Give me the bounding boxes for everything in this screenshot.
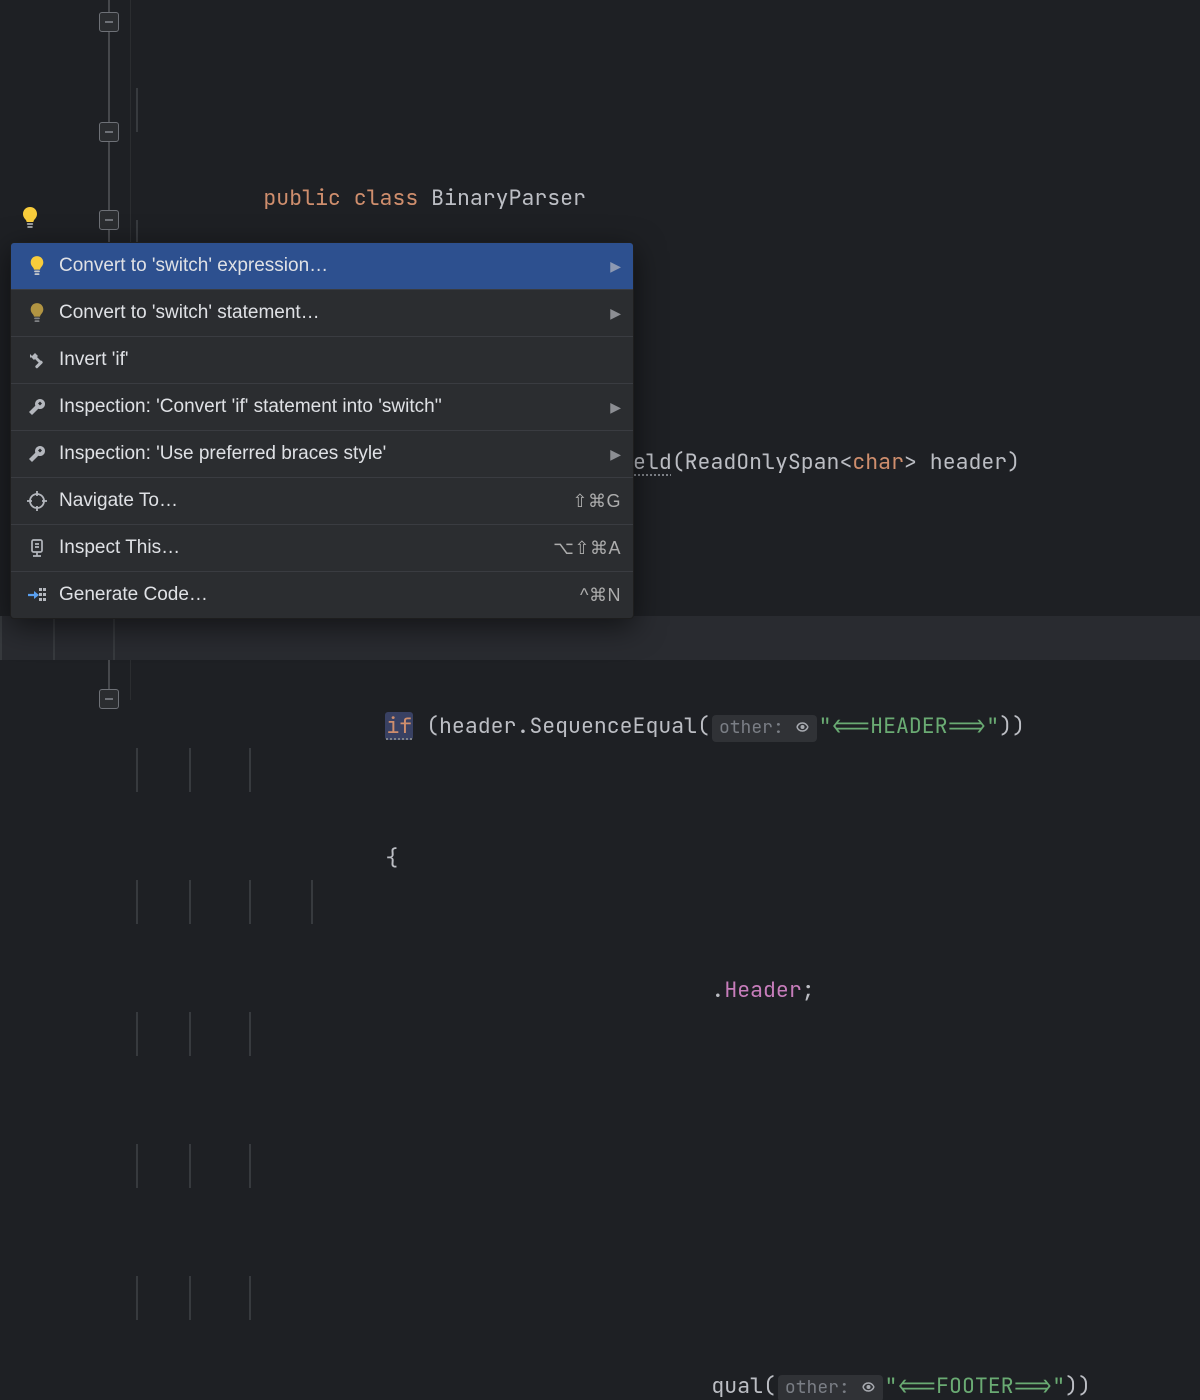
fold-toggle[interactable] xyxy=(99,122,119,142)
code-line xyxy=(136,1012,1200,1056)
submenu-arrow-icon: ▶ xyxy=(607,396,621,418)
navigate-to[interactable]: Navigate To… ⇧⌘G xyxy=(11,477,633,524)
popup-item-label: Invert 'if' xyxy=(59,349,621,371)
popup-item-label: Convert to 'switch' expression… xyxy=(59,255,601,277)
lightbulb-icon xyxy=(25,254,49,278)
intention-convert-switch-statement[interactable]: Convert to 'switch' statement… ▶ xyxy=(11,289,633,336)
code-area[interactable]: public class BinaryParser { public Field… xyxy=(136,0,1200,1400)
popup-item-label: Inspect This… xyxy=(59,537,545,559)
popup-item-label: Navigate To… xyxy=(59,490,564,512)
fold-toggle[interactable] xyxy=(99,12,119,32)
keyboard-shortcut: ^⌘N xyxy=(580,584,621,606)
fold-toggle[interactable] xyxy=(99,210,119,230)
target-icon xyxy=(25,489,49,513)
code-line: .Header; xyxy=(136,880,1200,924)
inspection-convert-if[interactable]: Inspection: 'Convert 'if' statement into… xyxy=(11,383,633,430)
popup-item-label: Inspection: 'Convert 'if' statement into… xyxy=(59,396,601,418)
popup-item-label: Inspection: 'Use preferred braces style' xyxy=(59,443,601,465)
code-line xyxy=(136,1144,1200,1188)
popup-item-label: Convert to 'switch' statement… xyxy=(59,302,601,324)
code-line: { xyxy=(136,748,1200,792)
inspect-this[interactable]: Inspect This… ⌥⇧⌘A xyxy=(11,524,633,571)
keyboard-shortcut: ⇧⌘G xyxy=(572,490,621,512)
hammer-icon xyxy=(25,348,49,372)
intention-invert-if[interactable]: Invert 'if' xyxy=(11,336,633,383)
intention-bulb-icon[interactable] xyxy=(20,201,40,225)
popup-item-label: Generate Code… xyxy=(59,584,572,606)
submenu-arrow-icon: ▶ xyxy=(607,443,621,465)
generate-code[interactable]: Generate Code… ^⌘N xyxy=(11,571,633,618)
generate-icon xyxy=(25,583,49,607)
submenu-arrow-icon: ▶ xyxy=(607,255,621,277)
code-editor[interactable]: public class BinaryParser { public Field… xyxy=(0,0,1200,700)
code-line: qual(other: "<==FOOTER==>")) xyxy=(136,1276,1200,1320)
code-line-active: if (header.SequenceEqual(other: "<==HEAD… xyxy=(0,616,1200,660)
submenu-arrow-icon: ▶ xyxy=(607,302,621,324)
inspect-icon xyxy=(25,536,49,560)
lightbulb-icon xyxy=(25,301,49,325)
intention-actions-popup[interactable]: Convert to 'switch' expression… ▶ Conver… xyxy=(10,242,634,619)
inspection-braces-style[interactable]: Inspection: 'Use preferred braces style'… xyxy=(11,430,633,477)
wrench-icon xyxy=(25,442,49,466)
code-line: public class BinaryParser xyxy=(136,88,1200,132)
keyboard-shortcut: ⌥⇧⌘A xyxy=(553,537,621,559)
wrench-icon xyxy=(25,395,49,419)
fold-toggle[interactable] xyxy=(99,689,119,709)
intention-convert-switch-expression[interactable]: Convert to 'switch' expression… ▶ xyxy=(11,243,633,289)
